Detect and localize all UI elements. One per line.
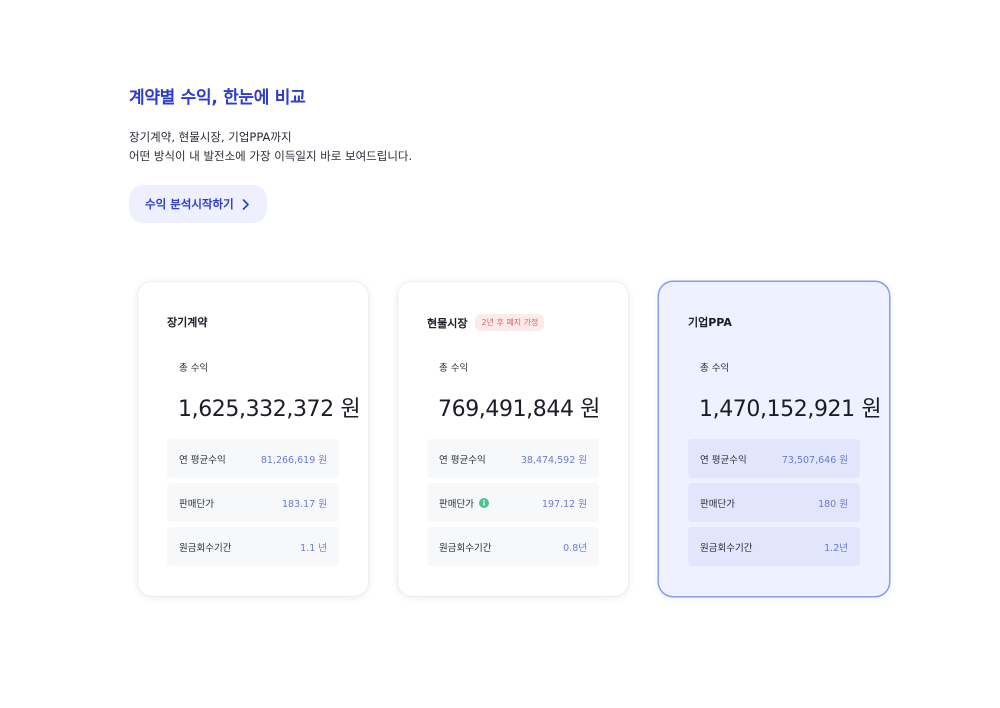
card-title: 현물시장 <box>427 316 468 330</box>
metric-label: 원금회수기간 <box>700 542 753 554</box>
card-title: 장기계약 <box>167 316 208 329</box>
metric-label: 연 평균수익 <box>700 454 747 466</box>
description-line-1: 장기계약, 현물시장, 기업PPA까지 <box>129 130 292 144</box>
assumption-badge: 2년 후 폐지 가정 <box>475 314 545 331</box>
metric-value: 1.2년 <box>824 542 848 554</box>
contract-card-long-term[interactable]: 장기계약 총 수익 1,625,332,372 원 연 평균수익 81,266,… <box>138 282 368 596</box>
metric-label: 판매단가 <box>439 498 474 510</box>
metric-row-annual-average: 연 평균수익 73,507,646 원 <box>688 439 860 478</box>
metric-label-with-info: 판매단가 <box>439 496 489 510</box>
total-revenue-value: 769,491,844 원 <box>438 397 600 422</box>
start-analysis-button[interactable]: 수익 분석시작하기 <box>129 185 267 223</box>
metric-row-payback-period: 원금회수기간 1.2년 <box>688 527 860 566</box>
chevron-right-icon <box>242 198 252 210</box>
metric-label: 연 평균수익 <box>179 454 226 466</box>
description-line-2: 어떤 방식이 내 발전소에 가장 이득일지 바로 보여드립니다. <box>129 149 413 163</box>
metric-label: 판매단가 <box>700 498 735 510</box>
metric-label: 원금회수기간 <box>439 542 492 554</box>
page-description: 장기계약, 현물시장, 기업PPA까지 어떤 방식이 내 발전소에 가장 이득일… <box>129 128 412 166</box>
metric-value: 38,474,592 원 <box>520 454 587 466</box>
metric-row-unit-price: 판매단가 197.12 원 <box>427 483 599 522</box>
metric-row-unit-price: 판매단가 180 원 <box>688 483 860 522</box>
total-revenue-label: 총 수익 <box>179 363 209 374</box>
metric-value: 1.1 년 <box>300 542 327 554</box>
metric-row-unit-price: 판매단가 183.17 원 <box>167 483 339 522</box>
metric-list: 연 평균수익 38,474,592 원 판매단가 197.12 원 원금회수기간… <box>427 439 599 571</box>
metric-value: 180 원 <box>818 498 848 510</box>
card-header: 기업PPA <box>688 314 732 330</box>
metric-label: 원금회수기간 <box>179 542 232 554</box>
metric-list: 연 평균수익 73,507,646 원 판매단가 180 원 원금회수기간 1.… <box>688 439 860 571</box>
metric-value: 81,266,619 원 <box>260 454 327 466</box>
metric-row-annual-average: 연 평균수익 81,266,619 원 <box>167 439 339 478</box>
contract-card-spot-market[interactable]: 현물시장 2년 후 폐지 가정 총 수익 769,491,844 원 연 평균수… <box>398 282 628 596</box>
total-revenue-value: 1,625,332,372 원 <box>178 397 361 422</box>
total-revenue-label: 총 수익 <box>439 363 469 374</box>
metric-list: 연 평균수익 81,266,619 원 판매단가 183.17 원 원금회수기간… <box>167 439 339 571</box>
metric-value: 73,507,646 원 <box>781 454 848 466</box>
metric-value: 0.8년 <box>563 542 587 554</box>
page-title: 계약별 수익, 한눈에 비교 <box>129 88 306 108</box>
metric-value: 197.12 원 <box>541 498 587 510</box>
card-title: 기업PPA <box>688 316 732 329</box>
metric-label: 판매단가 <box>179 498 214 510</box>
start-analysis-label: 수익 분석시작하기 <box>145 197 234 211</box>
metric-label: 연 평균수익 <box>439 454 486 466</box>
metric-row-annual-average: 연 평균수익 38,474,592 원 <box>427 439 599 478</box>
metric-row-payback-period: 원금회수기간 1.1 년 <box>167 527 339 566</box>
card-header: 장기계약 <box>167 314 207 330</box>
total-revenue-value: 1,470,152,921 원 <box>699 397 882 422</box>
total-revenue-label: 총 수익 <box>700 363 730 374</box>
contract-card-corporate-ppa[interactable]: 기업PPA 총 수익 1,470,152,921 원 연 평균수익 73,507… <box>659 282 889 596</box>
card-header: 현물시장 2년 후 폐지 가정 <box>427 314 545 331</box>
info-icon[interactable] <box>478 497 489 508</box>
metric-value: 183.17 원 <box>281 498 327 510</box>
metric-row-payback-period: 원금회수기간 0.8년 <box>427 527 599 566</box>
